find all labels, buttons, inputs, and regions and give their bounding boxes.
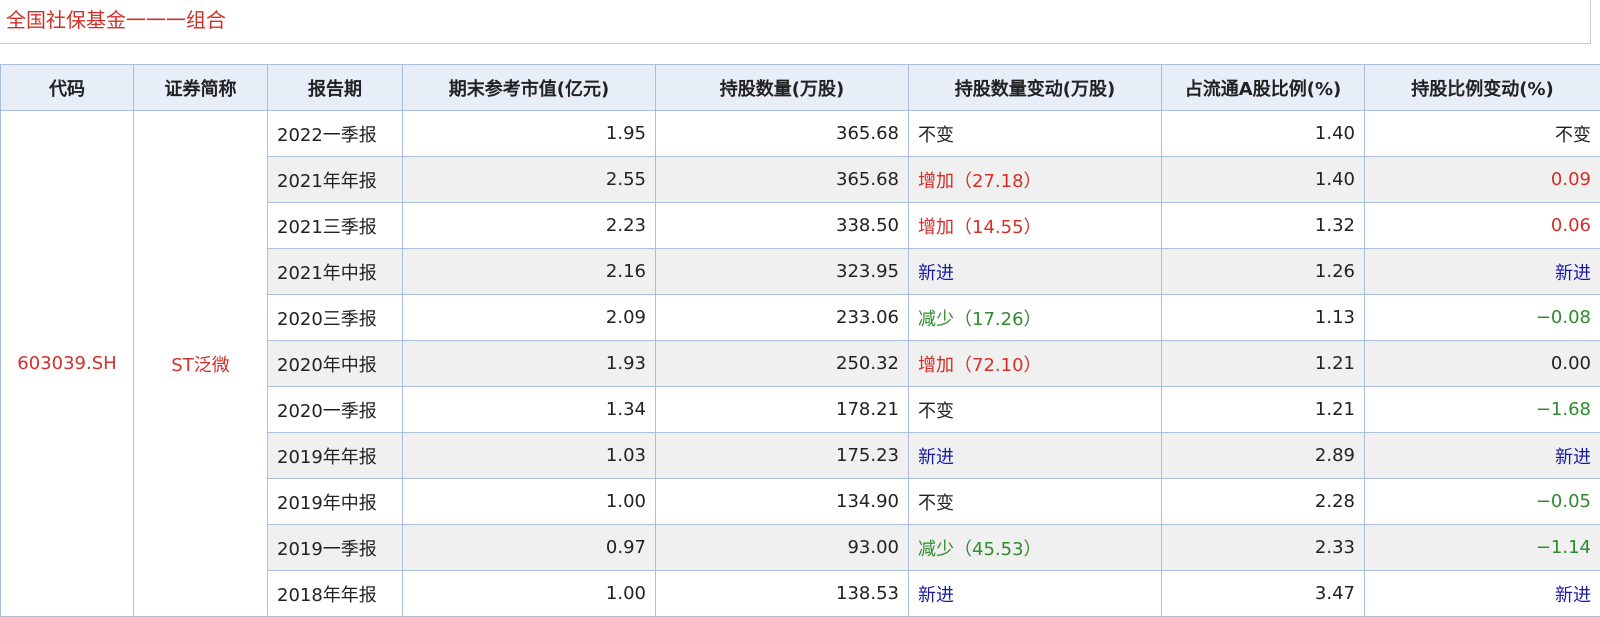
column-header-market-value: 期末参考市值(亿元) [402,64,656,111]
column-header-name: 证券简称 [133,64,268,111]
shares-cell: 175.23 [655,432,909,479]
page-title: 全国社保基金一一一组合 [6,8,226,32]
float-ratio-cell: 1.40 [1161,156,1365,203]
column-header-period: 报告期 [267,64,403,111]
period-cell: 2019一季报 [267,524,403,571]
share-change-cell: 不变 [908,386,1162,433]
market-value-cell: 2.09 [402,294,656,341]
ratio-change-cell: 0.00 [1364,340,1600,387]
market-value-cell: 1.03 [402,432,656,479]
float-ratio-cell: 2.89 [1161,432,1365,479]
float-ratio-cell: 1.40 [1161,110,1365,157]
share-change-cell: 增加（14.55） [908,202,1162,249]
ratio-change-cell: 0.09 [1364,156,1600,203]
column-header-share-change: 持股数量变动(万股) [908,64,1162,111]
float-ratio-cell: 1.21 [1161,386,1365,433]
security-code-cell[interactable]: 603039.SH [0,110,134,617]
shares-cell: 134.90 [655,478,909,525]
market-value-cell: 1.95 [402,110,656,157]
share-change-cell: 不变 [908,478,1162,525]
float-ratio-cell: 2.33 [1161,524,1365,571]
shares-cell: 323.95 [655,248,909,295]
title-bar: 全国社保基金一一一组合 [0,0,1591,44]
market-value-cell: 2.55 [402,156,656,203]
ratio-change-cell: 0.06 [1364,202,1600,249]
share-change-cell: 增加（27.18） [908,156,1162,203]
table-body: 603039.SH ST泛微 2022一季报 1.95 365.68 不变 1.40 不变 20… [0,110,1600,617]
market-value-cell: 0.97 [402,524,656,571]
market-value-cell: 2.16 [402,248,656,295]
share-change-cell: 新进 [908,570,1162,617]
share-change-cell: 减少（17.26） [908,294,1162,341]
share-change-cell: 新进 [908,248,1162,295]
column-header-float-ratio: 占流通A股比例(%) [1161,64,1365,111]
shares-cell: 178.21 [655,386,909,433]
ratio-change-cell: −0.08 [1364,294,1600,341]
share-change-cell: 新进 [908,432,1162,479]
share-change-cell: 不变 [908,110,1162,157]
period-cell: 2020一季报 [267,386,403,433]
period-cell: 2020三季报 [267,294,403,341]
period-cell: 2022一季报 [267,110,403,157]
float-ratio-cell: 1.32 [1161,202,1365,249]
share-change-cell: 减少（45.53） [908,524,1162,571]
shares-cell: 233.06 [655,294,909,341]
market-value-cell: 1.00 [402,478,656,525]
market-value-cell: 1.00 [402,570,656,617]
column-header-code: 代码 [0,64,134,111]
period-cell: 2021三季报 [267,202,403,249]
float-ratio-cell: 3.47 [1161,570,1365,617]
period-cell: 2021年中报 [267,248,403,295]
table-header-row: 代码 证券简称 报告期 期末参考市值(亿元) 持股数量(万股) 持股数量变动(万… [0,64,1600,111]
shares-cell: 365.68 [655,110,909,157]
period-cell: 2019年年报 [267,432,403,479]
period-cell: 2019年中报 [267,478,403,525]
shares-cell: 138.53 [655,570,909,617]
column-header-shares: 持股数量(万股) [655,64,909,111]
float-ratio-cell: 1.21 [1161,340,1365,387]
security-name-cell[interactable]: ST泛微 [133,110,268,617]
ratio-change-cell: 新进 [1364,432,1600,479]
ratio-change-cell: 新进 [1364,570,1600,617]
shares-cell: 365.68 [655,156,909,203]
ratio-change-cell: 新进 [1364,248,1600,295]
column-header-ratio-change: 持股比例变动(%) [1364,64,1600,111]
ratio-change-cell: 不变 [1364,110,1600,157]
share-change-cell: 增加（72.10） [908,340,1162,387]
market-value-cell: 1.93 [402,340,656,387]
float-ratio-cell: 1.26 [1161,248,1365,295]
float-ratio-cell: 1.13 [1161,294,1365,341]
market-value-cell: 1.34 [402,386,656,433]
period-cell: 2018年年报 [267,570,403,617]
market-value-cell: 2.23 [402,202,656,249]
ratio-change-cell: −1.68 [1364,386,1600,433]
shares-cell: 338.50 [655,202,909,249]
ratio-change-cell: −0.05 [1364,478,1600,525]
holdings-table: 代码 证券简称 报告期 期末参考市值(亿元) 持股数量(万股) 持股数量变动(万… [0,64,1600,617]
float-ratio-cell: 2.28 [1161,478,1365,525]
table-row: 603039.SH ST泛微 2022一季报 1.95 365.68 不变 1.40 不变 [0,110,1600,617]
period-cell: 2021年年报 [267,156,403,203]
ratio-change-cell: −1.14 [1364,524,1600,571]
shares-cell: 250.32 [655,340,909,387]
period-cell: 2020年中报 [267,340,403,387]
shares-cell: 93.00 [655,524,909,571]
